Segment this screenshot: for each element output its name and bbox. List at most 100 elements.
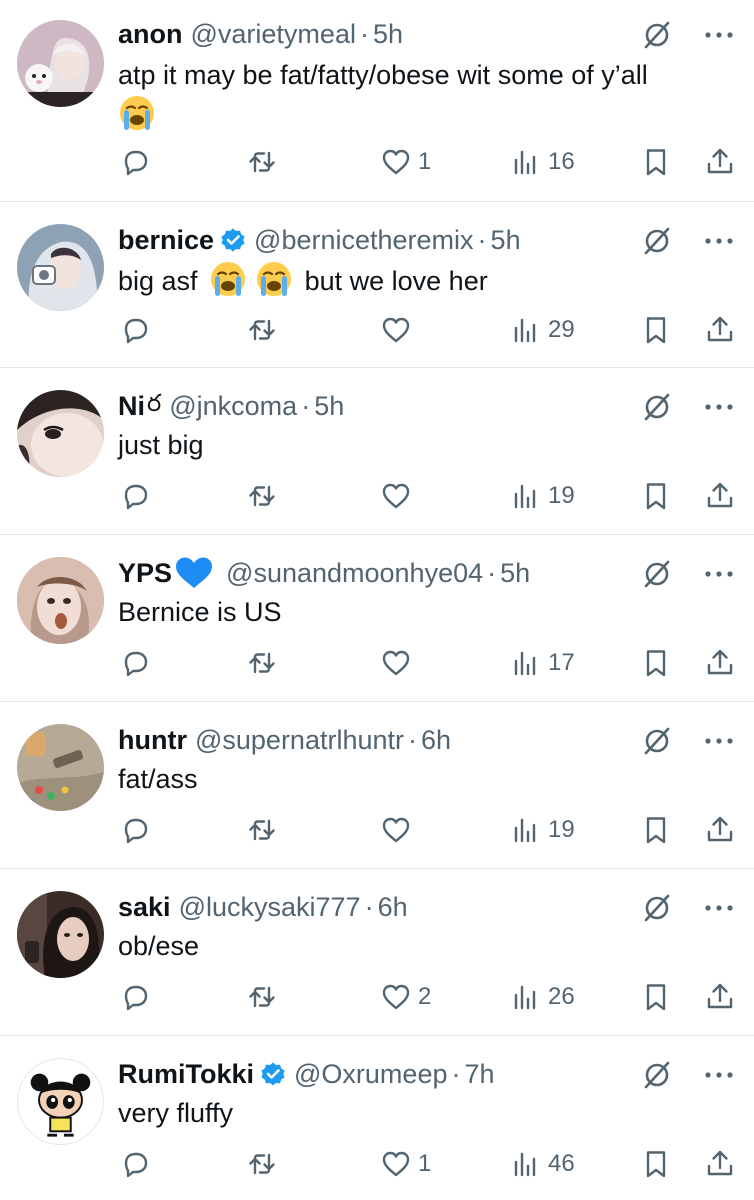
like-button[interactable]: 2 — [380, 977, 431, 1017]
bookmark-button[interactable] — [640, 643, 672, 683]
views-button[interactable]: 19 — [510, 476, 575, 516]
like-count: 2 — [418, 983, 432, 1010]
reply-button[interactable] — [120, 1144, 152, 1184]
retweet-button[interactable] — [246, 643, 278, 683]
tweet[interactable]: huntr @supernatrlhuntr · 6h fat/ass 19 — [0, 702, 754, 869]
like-button[interactable] — [380, 310, 418, 350]
share-button[interactable] — [704, 1144, 736, 1184]
timestamp[interactable]: 5h — [500, 558, 530, 589]
more-options-icon[interactable] — [704, 234, 734, 246]
avatar[interactable] — [17, 891, 104, 978]
more-options-icon[interactable] — [704, 400, 734, 412]
bookmark-button[interactable] — [640, 476, 672, 516]
handle[interactable]: @sunandmoonhye04 — [226, 558, 483, 589]
mute-slash-icon[interactable] — [642, 20, 672, 50]
bookmark-button[interactable] — [640, 142, 672, 182]
share-button[interactable] — [704, 310, 736, 350]
verified-badge-icon — [260, 1061, 286, 1087]
bookmark-button[interactable] — [640, 977, 672, 1017]
avatar[interactable] — [17, 1058, 104, 1145]
like-button[interactable]: 1 — [380, 142, 431, 182]
like-button[interactable] — [380, 810, 418, 850]
display-name[interactable]: saki — [118, 892, 171, 923]
mute-slash-icon[interactable] — [642, 559, 672, 589]
handle[interactable]: @varietymeal — [191, 19, 356, 50]
reply-button[interactable] — [120, 476, 152, 516]
share-button[interactable] — [704, 977, 736, 1017]
reply-button[interactable] — [120, 977, 152, 1017]
more-options-icon[interactable] — [704, 567, 734, 579]
tweet[interactable]: anon @varietymeal · 5h atp it may be fat… — [0, 0, 754, 202]
bookmark-button[interactable] — [640, 1144, 672, 1184]
bookmark-button[interactable] — [640, 310, 672, 350]
handle[interactable]: @jnkcoma — [169, 391, 297, 422]
avatar[interactable] — [17, 390, 104, 477]
views-button[interactable]: 17 — [510, 643, 575, 683]
retweet-button[interactable] — [246, 1144, 278, 1184]
avatar[interactable] — [17, 20, 104, 107]
retweet-button[interactable] — [246, 977, 278, 1017]
retweet-button[interactable] — [246, 810, 278, 850]
tweet[interactable]: Ni ర @jnkcoma · 5h just big 19 — [0, 368, 754, 535]
share-button[interactable] — [704, 476, 736, 516]
timestamp[interactable]: 6h — [378, 892, 408, 923]
tweet-text-part: big asf — [118, 266, 198, 296]
share-button[interactable] — [704, 810, 736, 850]
display-name[interactable]: YPS — [118, 558, 172, 589]
reply-button[interactable] — [120, 310, 152, 350]
views-button[interactable]: 26 — [510, 977, 575, 1017]
tweet-text: ob/ese — [118, 927, 724, 965]
mute-slash-icon[interactable] — [642, 893, 672, 923]
mute-slash-icon[interactable] — [642, 726, 672, 756]
timestamp[interactable]: 6h — [421, 725, 451, 756]
retweet-button[interactable] — [246, 310, 278, 350]
share-button[interactable] — [704, 643, 736, 683]
like-button[interactable]: 1 — [380, 1144, 431, 1184]
mute-slash-icon[interactable] — [642, 1060, 672, 1090]
more-options-icon[interactable] — [704, 28, 734, 40]
mute-slash-icon[interactable] — [642, 392, 672, 422]
timestamp[interactable]: 5h — [314, 391, 344, 422]
reply-button[interactable] — [120, 643, 152, 683]
tweet-actions: 2 26 — [118, 977, 734, 1017]
handle[interactable]: @Oxrumeep — [294, 1059, 447, 1090]
display-name[interactable]: anon — [118, 19, 183, 50]
share-button[interactable] — [704, 142, 736, 182]
more-options-icon[interactable] — [704, 901, 734, 913]
avatar[interactable] — [17, 224, 104, 311]
views-button[interactable]: 29 — [510, 310, 575, 350]
handle[interactable]: @berniceth​eremix — [254, 225, 474, 256]
mute-slash-icon[interactable] — [642, 226, 672, 256]
timestamp[interactable]: 5h — [373, 19, 403, 50]
tweet-text-part: fat/ass — [118, 764, 198, 794]
bookmark-button[interactable] — [640, 810, 672, 850]
views-button[interactable]: 46 — [510, 1144, 575, 1184]
display-name[interactable]: bernice — [118, 225, 214, 256]
handle[interactable]: @luckysaki777 — [179, 892, 361, 923]
display-name[interactable]: RumiTokki — [118, 1059, 254, 1090]
tweet[interactable]: YPS @sunandmoonhye04 · 5h Bernice is US — [0, 535, 754, 702]
display-name[interactable]: huntr — [118, 725, 187, 756]
like-button[interactable] — [380, 476, 418, 516]
more-options-icon[interactable] — [704, 734, 734, 746]
timestamp[interactable]: 5h — [491, 225, 521, 256]
tweet-text-part: atp it may be fat/fatty/obese wit some o… — [118, 60, 648, 90]
timestamp[interactable]: 7h — [464, 1059, 494, 1090]
views-button[interactable]: 16 — [510, 142, 575, 182]
retweet-button[interactable] — [246, 142, 278, 182]
tweet[interactable]: bernice @berniceth​eremix · 5h big asf — [0, 202, 754, 368]
more-options-icon[interactable] — [704, 1068, 734, 1080]
separator-dot: · — [477, 224, 487, 255]
tweet[interactable]: RumiTokki @Oxrumeep · 7h very fluffy 1 4… — [0, 1036, 754, 1200]
retweet-button[interactable] — [246, 476, 278, 516]
reply-button[interactable] — [120, 810, 152, 850]
display-name[interactable]: Ni — [118, 391, 145, 422]
tweet-actions: 1 46 — [118, 1144, 734, 1184]
tweet[interactable]: saki @luckysaki777 · 6h ob/ese 2 26 — [0, 869, 754, 1036]
avatar[interactable] — [17, 724, 104, 811]
views-button[interactable]: 19 — [510, 810, 575, 850]
like-button[interactable] — [380, 643, 418, 683]
reply-button[interactable] — [120, 142, 152, 182]
avatar[interactable] — [17, 557, 104, 644]
handle[interactable]: @supernatrlhuntr — [195, 725, 404, 756]
